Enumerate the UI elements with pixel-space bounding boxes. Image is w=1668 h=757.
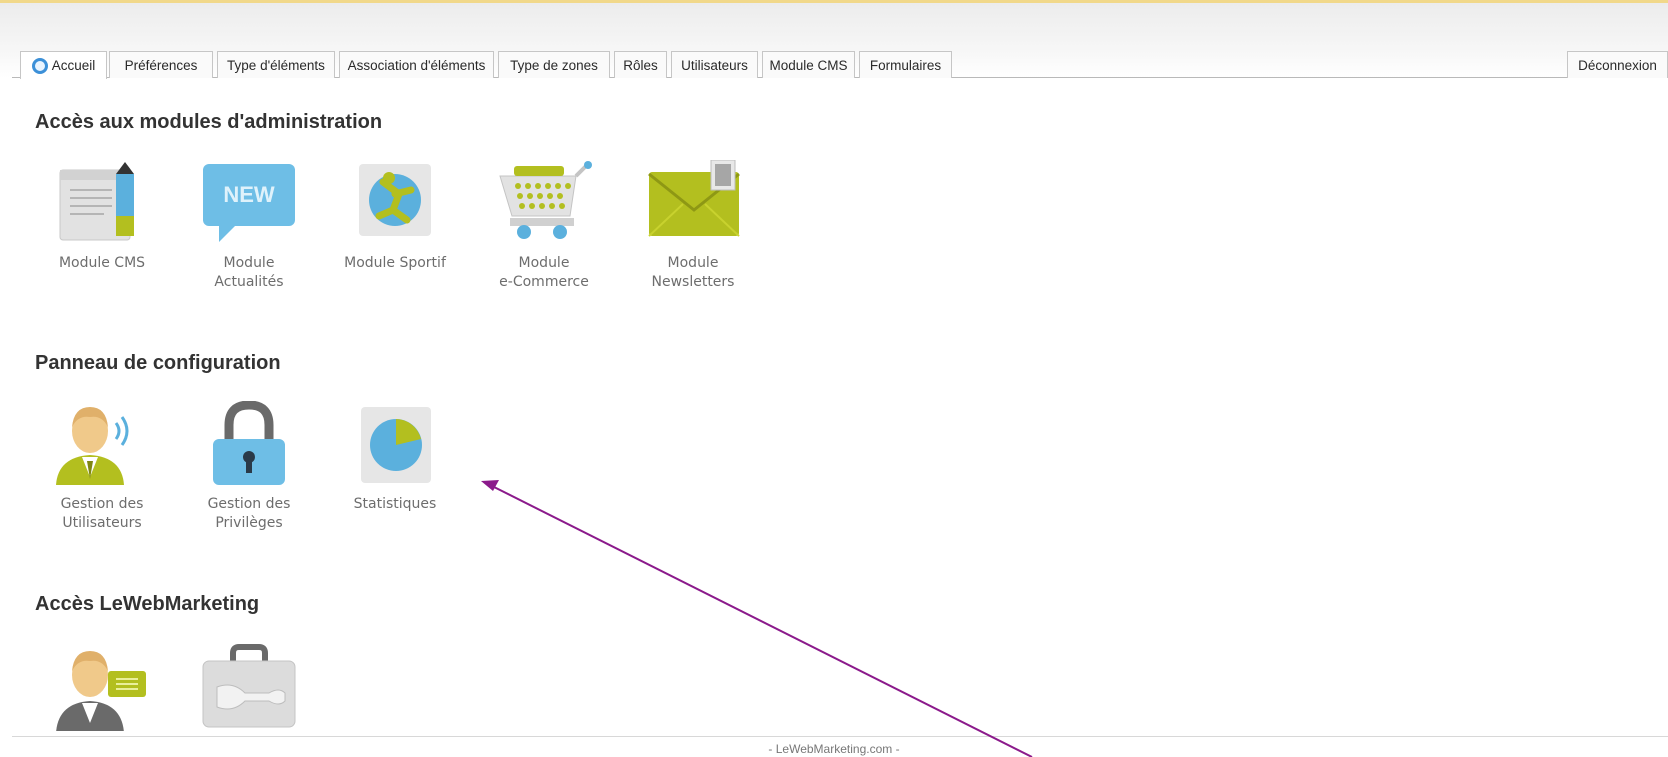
logout-button[interactable]: Déconnexion xyxy=(1567,51,1668,78)
module-label: Gestion des Privilèges xyxy=(207,496,291,531)
globe-icon xyxy=(31,57,48,74)
tab-type-elements[interactable]: Type d'éléments xyxy=(217,51,335,78)
news-new-icon: NEW xyxy=(203,164,295,242)
module-label: Statistiques xyxy=(353,496,437,512)
svg-text:NEW: NEW xyxy=(223,182,275,207)
tab-type-zones[interactable]: Type de zones xyxy=(498,51,610,78)
tab-label: Rôles xyxy=(623,57,658,73)
tab-label: Association d'éléments xyxy=(347,57,486,73)
newsletter-envelope-icon xyxy=(648,160,740,237)
tab-accueil[interactable]: Accueil xyxy=(20,51,107,79)
tab-label: Module CMS xyxy=(769,57,848,73)
user-management-icon xyxy=(56,407,129,485)
pie-chart-icon xyxy=(361,407,431,483)
shopping-cart-icon xyxy=(499,161,592,239)
tab-formulaires[interactable]: Formulaires xyxy=(859,51,952,78)
tab-preferences[interactable]: Préférences xyxy=(109,51,213,78)
module-label: Module Sportif xyxy=(344,255,446,271)
toolbox-wrench-icon xyxy=(202,644,296,728)
footer-text: - LeWebMarketing.com - xyxy=(768,742,900,756)
section-title-lewebmarketing: Accès LeWebMarketing xyxy=(35,593,260,615)
tab-roles[interactable]: Rôles xyxy=(614,51,667,78)
tab-label: Type de zones xyxy=(510,57,598,73)
tab-label: Formulaires xyxy=(869,57,942,73)
module-label: Module Actualités xyxy=(214,255,284,290)
module-label: Gestion des Utilisateurs xyxy=(60,496,144,531)
module-label: Module CMS xyxy=(58,255,146,271)
tab-association-elements[interactable]: Association d'éléments xyxy=(339,51,494,78)
user-message-icon xyxy=(56,651,146,731)
section-title-admin: Accès aux modules d'administration xyxy=(35,111,383,133)
module-label: Module Newsletters xyxy=(651,255,735,290)
cms-document-pencil-icon xyxy=(59,162,134,241)
tab-utilisateurs[interactable]: Utilisateurs xyxy=(671,51,758,78)
tab-label: Utilisateurs xyxy=(681,57,748,73)
logout-label: Déconnexion xyxy=(1578,57,1657,73)
footer-divider xyxy=(12,736,1668,737)
tab-module-cms[interactable]: Module CMS xyxy=(762,51,855,78)
module-label: Module e-Commerce xyxy=(499,255,589,290)
tab-bar: Accueil Préférences Type d'éléments Asso… xyxy=(12,51,1668,79)
padlock-icon xyxy=(213,401,285,485)
tab-label: Type d'éléments xyxy=(227,57,325,73)
sport-globe-icon xyxy=(359,164,431,236)
section-title-config: Panneau de configuration xyxy=(35,352,281,374)
tab-label: Accueil xyxy=(51,58,96,73)
tab-label: Préférences xyxy=(124,57,198,73)
